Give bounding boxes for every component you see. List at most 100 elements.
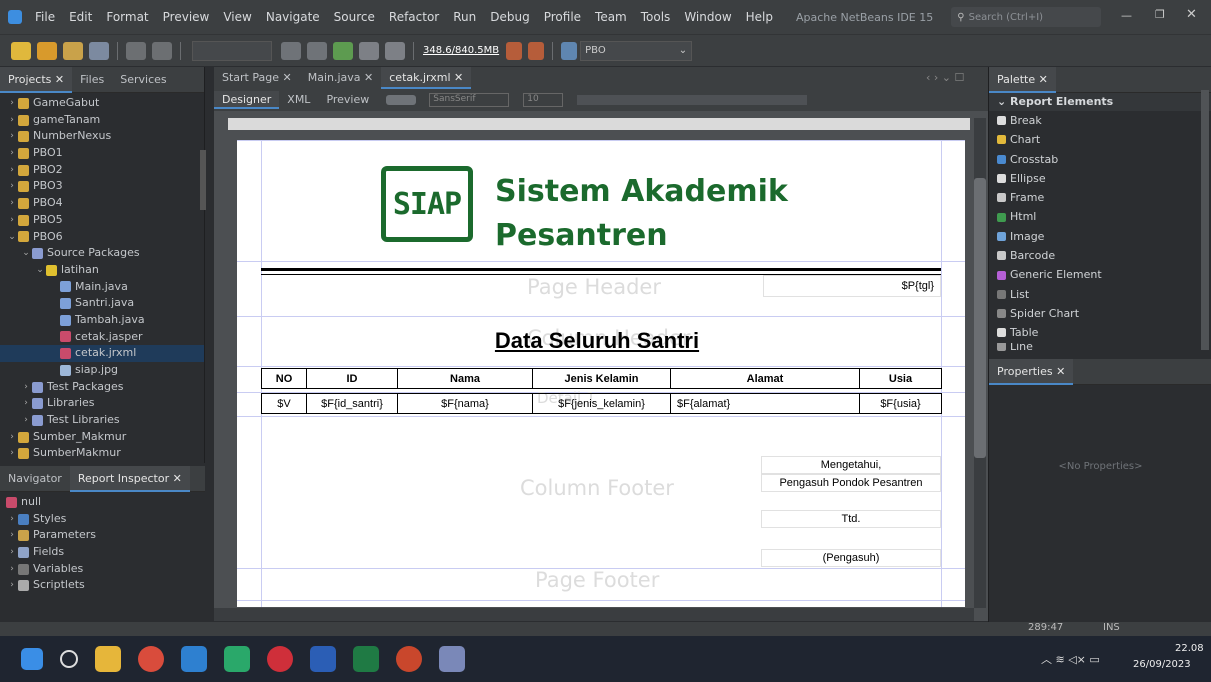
- chevron-icon[interactable]: ›: [6, 429, 18, 446]
- size-select[interactable]: 10: [523, 93, 564, 107]
- maximize-button[interactable]: ❐: [1155, 8, 1165, 21]
- chevron-icon[interactable]: ›: [20, 379, 32, 396]
- menu-debug[interactable]: Debug: [483, 10, 536, 24]
- sign-pengasuh[interactable]: (Pengasuh): [761, 549, 941, 567]
- tree-item[interactable]: › PBO1: [0, 145, 204, 162]
- menu-navigate[interactable]: Navigate: [259, 10, 327, 24]
- sign-mengetahui[interactable]: Mengetahui,: [761, 456, 941, 474]
- new-file-icon[interactable]: [11, 41, 31, 60]
- tree-item[interactable]: › SumberMakmur: [0, 445, 204, 462]
- search-input[interactable]: Search (Ctrl+I): [969, 12, 1043, 23]
- tree-item[interactable]: Santri.java: [0, 295, 204, 312]
- tree-item[interactable]: › PBO4: [0, 195, 204, 212]
- table-header-cell[interactable]: Alamat: [670, 368, 860, 389]
- close-button[interactable]: ✕: [1186, 7, 1197, 22]
- project-select[interactable]: PBO ⌄: [580, 40, 693, 61]
- table-cell[interactable]: $F{id_santri}: [306, 393, 398, 414]
- table-header-cell[interactable]: NO: [261, 368, 307, 389]
- table-cell[interactable]: $V: [261, 393, 307, 414]
- menu-profile[interactable]: Profile: [537, 10, 588, 24]
- tree-item[interactable]: › gameTanam: [0, 112, 204, 129]
- editor-tab[interactable]: Start Page ✕: [214, 67, 300, 89]
- tree-item[interactable]: ⌄ Source Packages: [0, 245, 204, 262]
- menu-run[interactable]: Run: [446, 10, 483, 24]
- palette-item[interactable]: Line: [989, 342, 1211, 351]
- inspector-item[interactable]: › Fields: [0, 544, 205, 561]
- save-all-icon[interactable]: [89, 41, 109, 60]
- chevron-icon[interactable]: ⌄: [34, 262, 46, 279]
- search-taskbar-icon[interactable]: [59, 650, 78, 668]
- minimize-button[interactable]: —: [1121, 9, 1132, 22]
- chevron-icon[interactable]: ›: [6, 195, 18, 212]
- gc2-icon[interactable]: [528, 41, 545, 60]
- open-project-icon[interactable]: [63, 41, 83, 60]
- palette-section[interactable]: ⌄ Report Elements: [989, 93, 1211, 111]
- palette-item[interactable]: Html: [989, 207, 1211, 226]
- chevron-icon[interactable]: ›: [6, 128, 18, 145]
- clock-date[interactable]: 26/09/2023: [1133, 659, 1191, 670]
- menu-view[interactable]: View: [216, 10, 258, 24]
- chevron-icon[interactable]: ›: [6, 178, 18, 195]
- header-title-line2[interactable]: Pesantren: [495, 218, 668, 253]
- inspector-item[interactable]: › Scriptlets: [0, 577, 205, 594]
- tree-item[interactable]: › PBO5: [0, 212, 204, 229]
- run-icon[interactable]: [333, 41, 353, 60]
- report-heading[interactable]: Data Seluruh Santri: [457, 328, 737, 354]
- tree-item[interactable]: › Sumber_Makmur: [0, 429, 204, 446]
- redo-icon[interactable]: [152, 41, 172, 60]
- editor-tab[interactable]: cetak.jrxml ✕: [381, 67, 472, 89]
- tree-item[interactable]: › Test Libraries: [0, 412, 204, 429]
- projects-scrollbar[interactable]: [200, 150, 206, 210]
- table-cell[interactable]: $F{nama}: [397, 393, 533, 414]
- tab-report-inspector[interactable]: Report Inspector ✕: [69, 466, 190, 492]
- table-cell[interactable]: $F{alamat}: [670, 393, 860, 414]
- new-project-icon[interactable]: [37, 41, 57, 60]
- tree-item[interactable]: cetak.jrxml: [0, 345, 204, 362]
- sign-ttd[interactable]: Ttd.: [761, 510, 941, 528]
- palette-item[interactable]: Crosstab: [989, 150, 1211, 169]
- inspector-item[interactable]: › Parameters: [0, 527, 205, 544]
- file-explorer-icon[interactable]: [94, 646, 121, 672]
- menu-window[interactable]: Window: [677, 10, 738, 24]
- chevron-icon[interactable]: ›: [6, 212, 18, 229]
- palette-item[interactable]: Break: [989, 111, 1211, 130]
- chevron-icon[interactable]: ›: [6, 544, 18, 561]
- tree-item[interactable]: cetak.jasper: [0, 329, 204, 346]
- inspector-item[interactable]: null: [0, 494, 205, 511]
- palette-item[interactable]: Table: [989, 323, 1211, 342]
- canvas-scrollbar[interactable]: [974, 118, 986, 608]
- menu-preview[interactable]: Preview: [156, 10, 217, 24]
- chevron-icon[interactable]: ›: [6, 112, 18, 129]
- word-icon[interactable]: [309, 646, 336, 672]
- palette-scrollbar[interactable]: [1201, 90, 1209, 350]
- build-icon[interactable]: [307, 41, 327, 60]
- table-header-cell[interactable]: Nama: [397, 368, 533, 389]
- zoom-icon[interactable]: [386, 95, 417, 105]
- chevron-icon[interactable]: ›: [6, 95, 18, 112]
- tab-navigator[interactable]: Navigator: [0, 466, 70, 492]
- tree-item[interactable]: › PBO2: [0, 162, 204, 179]
- gc-icon[interactable]: [506, 41, 523, 60]
- chevron-icon[interactable]: ›: [6, 527, 18, 544]
- inspector-item[interactable]: › Variables: [0, 561, 205, 578]
- clean-build-icon[interactable]: [281, 41, 301, 60]
- tree-item[interactable]: › Libraries: [0, 395, 204, 412]
- palette-item[interactable]: Chart: [989, 130, 1211, 149]
- chevron-icon[interactable]: ⌄: [20, 245, 32, 262]
- logo-image[interactable]: SIAP: [381, 166, 473, 242]
- ide-taskbar-icon[interactable]: [438, 646, 465, 672]
- chevron-icon[interactable]: ›: [6, 561, 18, 578]
- opera-icon[interactable]: [266, 646, 293, 672]
- format-tools[interactable]: [577, 95, 808, 105]
- tray-icons[interactable]: ︿ ≋ ◁× ▭: [1041, 651, 1100, 667]
- palette-item[interactable]: Ellipse: [989, 169, 1211, 188]
- menu-format[interactable]: Format: [99, 10, 155, 24]
- tab-services[interactable]: Services: [112, 67, 174, 93]
- menu-refactor[interactable]: Refactor: [382, 10, 446, 24]
- tree-item[interactable]: Main.java: [0, 279, 204, 296]
- tree-item[interactable]: › GameGabut: [0, 95, 204, 112]
- properties-tab[interactable]: Properties ✕: [989, 358, 1074, 385]
- mode-xml[interactable]: XML: [279, 91, 318, 109]
- tgl-field[interactable]: $P{tgl}: [763, 275, 941, 297]
- tree-item[interactable]: › Test Packages: [0, 379, 204, 396]
